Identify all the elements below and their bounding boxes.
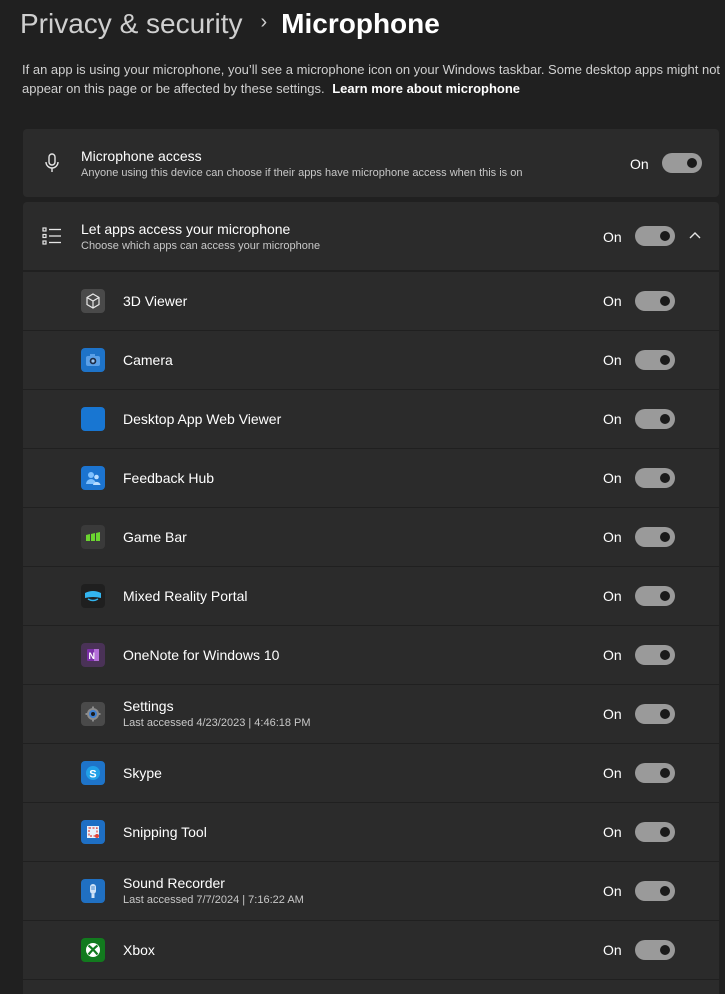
apps-access-toggle[interactable] <box>635 226 675 246</box>
headset-icon <box>81 584 105 608</box>
onenote-icon: N <box>81 643 105 667</box>
app-toggle-sound-recorder[interactable] <box>635 881 675 901</box>
microphone-access-state: On <box>630 156 649 172</box>
app-toggle-xbox[interactable] <box>635 940 675 960</box>
app-name: Skype <box>123 765 162 781</box>
app-row-sound-recorder: Sound Recorder Last accessed 7/7/2024 | … <box>23 862 719 920</box>
app-name: Game Bar <box>123 529 187 545</box>
app-row-xbox: Xbox On <box>23 921 719 979</box>
app-name: Desktop App Web Viewer <box>123 411 282 427</box>
app-name: Camera <box>123 352 173 368</box>
apps-access-subtitle: Choose which apps can access your microp… <box>81 240 321 252</box>
snipping-icon <box>81 820 105 844</box>
app-last-accessed: Last accessed 4/23/2023 | 4:46:18 PM <box>123 717 311 729</box>
microphone-access-toggle[interactable] <box>662 153 702 173</box>
app-toggle-3d-viewer[interactable] <box>635 291 675 311</box>
app-row-skype: S Skype On <box>23 744 719 802</box>
app-toggle-snipping-tool[interactable] <box>635 822 675 842</box>
app-name: Xbox <box>123 942 155 958</box>
app-row-desktop-app-web-viewer: Desktop App Web Viewer On <box>23 390 719 448</box>
page-description: If an app is using your microphone, you’… <box>22 60 722 98</box>
app-state: On <box>603 470 622 486</box>
people-icon <box>81 466 105 490</box>
camera-icon <box>81 348 105 372</box>
app-state: On <box>603 529 622 545</box>
app-row-feedback-hub: Feedback Hub On <box>23 449 719 507</box>
learn-more-link[interactable]: Learn more about microphone <box>332 81 520 96</box>
app-state: On <box>603 765 622 781</box>
breadcrumb-parent[interactable]: Privacy & security <box>20 8 243 40</box>
game-bar-icon <box>81 525 105 549</box>
apps-access-title: Let apps access your microphone <box>81 221 291 237</box>
app-row-camera: Camera On <box>23 331 719 389</box>
svg-text:N: N <box>89 651 96 661</box>
app-name: Snipping Tool <box>123 824 207 840</box>
app-row-onenote: N OneNote for Windows 10 On <box>23 626 719 684</box>
skype-icon: S <box>81 761 105 785</box>
app-state: On <box>603 706 622 722</box>
app-state: On <box>603 293 622 309</box>
microphone-access-card: Microphone access Anyone using this devi… <box>23 129 719 197</box>
app-toggle-onenote[interactable] <box>635 645 675 665</box>
app-row-3d-viewer: 3D Viewer On <box>23 272 719 330</box>
svg-text:S: S <box>89 769 96 781</box>
app-row-mixed-reality-portal: Mixed Reality Portal On <box>23 567 719 625</box>
apps-access-state: On <box>603 229 622 245</box>
page-title: Microphone <box>281 8 440 39</box>
breadcrumb: Privacy & security › Microphone <box>20 4 440 44</box>
list-icon <box>42 227 61 245</box>
blank-app-icon <box>81 407 105 431</box>
app-state: On <box>603 647 622 663</box>
app-row-partial <box>23 980 719 994</box>
microphone-access-title: Microphone access <box>81 148 202 164</box>
app-name: OneNote for Windows 10 <box>123 647 280 663</box>
app-row-settings: Settings Last accessed 4/23/2023 | 4:46:… <box>23 685 719 743</box>
apps-access-card[interactable]: Let apps access your microphone Choose w… <box>23 202 719 270</box>
app-toggle-game-bar[interactable] <box>635 527 675 547</box>
app-toggle-desktop-app-web-viewer[interactable] <box>635 409 675 429</box>
app-state: On <box>603 411 622 427</box>
cube-icon <box>81 289 105 313</box>
app-toggle-settings[interactable] <box>635 704 675 724</box>
app-toggle-camera[interactable] <box>635 350 675 370</box>
app-state: On <box>603 824 622 840</box>
app-row-snipping-tool: Snipping Tool On <box>23 803 719 861</box>
app-toggle-feedback-hub[interactable] <box>635 468 675 488</box>
recorder-icon <box>81 879 105 903</box>
microphone-access-subtitle: Anyone using this device can choose if t… <box>81 167 523 179</box>
app-name: 3D Viewer <box>123 293 188 309</box>
gear-icon <box>81 702 105 726</box>
app-name: Sound Recorder <box>123 875 225 891</box>
app-row-game-bar: Game Bar On <box>23 508 719 566</box>
app-toggle-skype[interactable] <box>635 763 675 783</box>
app-state: On <box>603 942 622 958</box>
xbox-icon <box>81 938 105 962</box>
chevron-up-icon[interactable] <box>688 229 702 243</box>
app-name: Settings <box>123 698 174 714</box>
app-last-accessed: Last accessed 7/7/2024 | 7:16:22 AM <box>123 894 304 906</box>
app-state: On <box>603 352 622 368</box>
app-state: On <box>603 588 622 604</box>
app-name: Feedback Hub <box>123 470 215 486</box>
app-name: Mixed Reality Portal <box>123 588 248 604</box>
app-state: On <box>603 883 622 899</box>
app-toggle-mixed-reality-portal[interactable] <box>635 586 675 606</box>
breadcrumb-separator-icon: › <box>260 10 268 33</box>
microphone-icon <box>45 153 59 172</box>
